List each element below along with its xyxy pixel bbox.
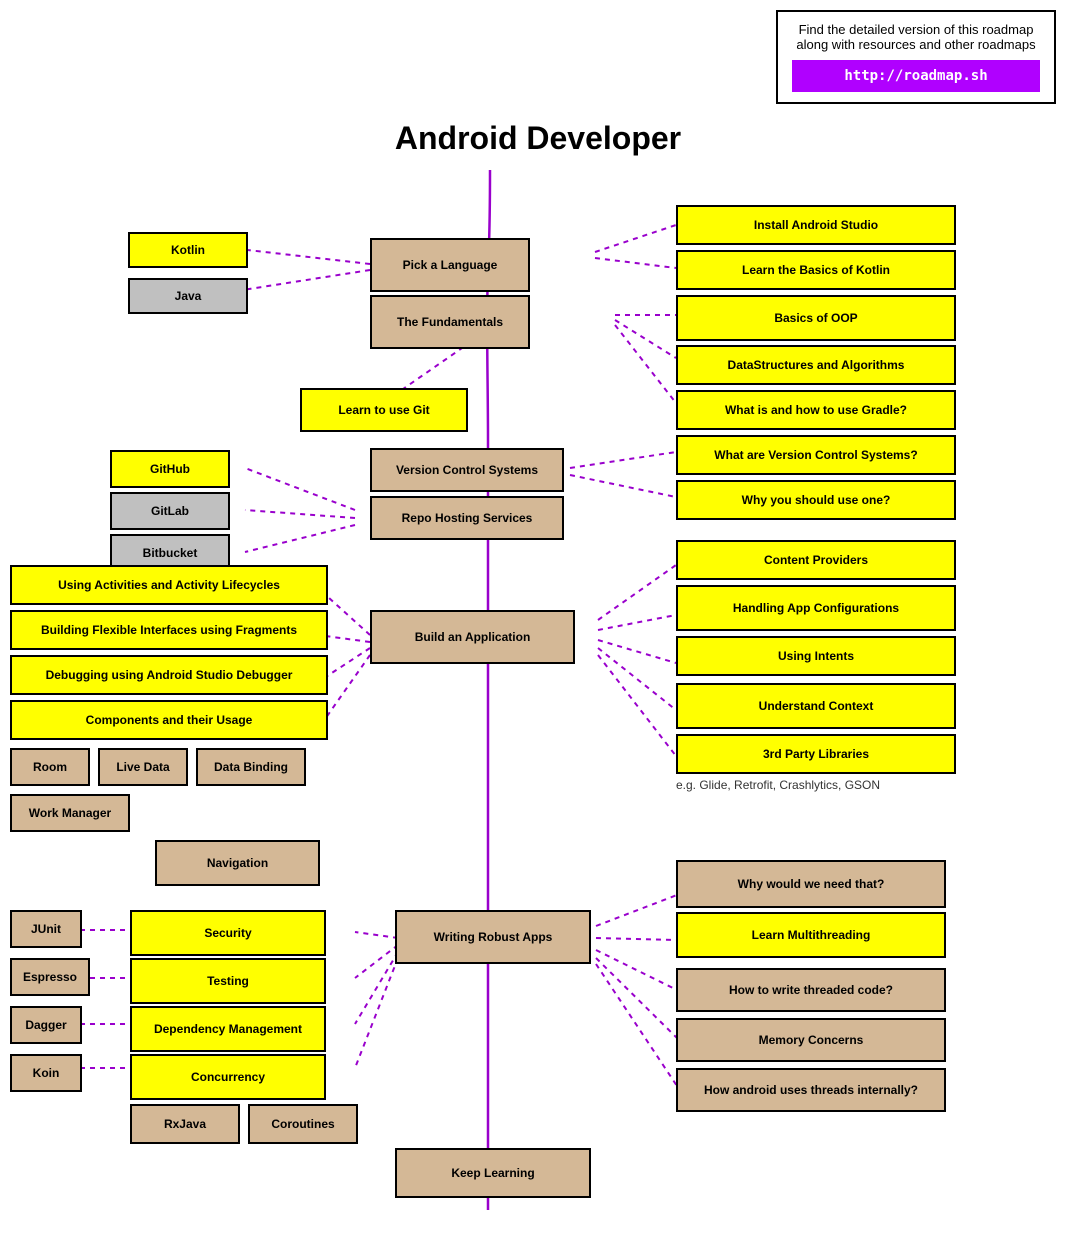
node-how-thread[interactable]: How to write threaded code? — [676, 968, 946, 1012]
node-data-structures[interactable]: DataStructures and Algorithms — [676, 345, 956, 385]
node-debugging[interactable]: Debugging using Android Studio Debugger — [10, 655, 328, 695]
url-button[interactable]: http://roadmap.sh — [792, 60, 1040, 92]
node-handling-app[interactable]: Handling App Configurations — [676, 585, 956, 631]
node-learn-multi[interactable]: Learn Multithreading — [676, 912, 946, 958]
node-why-need[interactable]: Why would we need that? — [676, 860, 946, 908]
node-gradle[interactable]: What is and how to use Gradle? — [676, 390, 956, 430]
node-what-vcs[interactable]: What are Version Control Systems? — [676, 435, 956, 475]
node-third-party[interactable]: 3rd Party Libraries — [676, 734, 956, 774]
node-testing[interactable]: Testing — [130, 958, 326, 1004]
node-learn-kotlin[interactable]: Learn the Basics of Kotlin — [676, 250, 956, 290]
node-learn-git[interactable]: Learn to use Git — [300, 388, 468, 432]
node-activities[interactable]: Using Activities and Activity Lifecycles — [10, 565, 328, 605]
node-vcs[interactable]: Version Control Systems — [370, 448, 564, 492]
third-party-note: e.g. Glide, Retrofit, Crashlytics, GSON — [676, 778, 880, 792]
node-live-data[interactable]: Live Data — [98, 748, 188, 786]
node-dep-management[interactable]: Dependency Management — [130, 1006, 326, 1052]
node-koin[interactable]: Koin — [10, 1054, 82, 1092]
node-why-vcs[interactable]: Why you should use one? — [676, 480, 956, 520]
node-keep-learning[interactable]: Keep Learning — [395, 1148, 591, 1198]
info-text: Find the detailed version of this roadma… — [792, 22, 1040, 52]
node-data-binding[interactable]: Data Binding — [196, 748, 306, 786]
node-content-providers[interactable]: Content Providers — [676, 540, 956, 580]
node-junit[interactable]: JUnit — [10, 910, 82, 948]
page-title: Android Developer — [0, 120, 1076, 157]
node-install-android[interactable]: Install Android Studio — [676, 205, 956, 245]
node-components[interactable]: Components and their Usage — [10, 700, 328, 740]
node-dagger[interactable]: Dagger — [10, 1006, 82, 1044]
node-kotlin[interactable]: Kotlin — [128, 232, 248, 268]
node-github[interactable]: GitHub — [110, 450, 230, 488]
node-pick-language[interactable]: Pick a Language — [370, 238, 530, 292]
node-room[interactable]: Room — [10, 748, 90, 786]
node-security[interactable]: Security — [130, 910, 326, 956]
node-coroutines[interactable]: Coroutines — [248, 1104, 358, 1144]
node-build-app[interactable]: Build an Application — [370, 610, 575, 664]
node-memory-concerns[interactable]: Memory Concerns — [676, 1018, 946, 1062]
node-using-intents[interactable]: Using Intents — [676, 636, 956, 676]
info-box: Find the detailed version of this roadma… — [776, 10, 1056, 104]
node-how-android[interactable]: How android uses threads internally? — [676, 1068, 946, 1112]
node-fundamentals[interactable]: The Fundamentals — [370, 295, 530, 349]
node-gitlab[interactable]: GitLab — [110, 492, 230, 530]
node-work-manager[interactable]: Work Manager — [10, 794, 130, 832]
node-rxjava[interactable]: RxJava — [130, 1104, 240, 1144]
node-espresso[interactable]: Espresso — [10, 958, 90, 996]
node-understand-context[interactable]: Understand Context — [676, 683, 956, 729]
node-writing-robust[interactable]: Writing Robust Apps — [395, 910, 591, 964]
node-concurrency[interactable]: Concurrency — [130, 1054, 326, 1100]
node-repo-hosting[interactable]: Repo Hosting Services — [370, 496, 564, 540]
node-fragments[interactable]: Building Flexible Interfaces using Fragm… — [10, 610, 328, 650]
node-basics-oop[interactable]: Basics of OOP — [676, 295, 956, 341]
node-navigation[interactable]: Navigation — [155, 840, 320, 886]
node-java[interactable]: Java — [128, 278, 248, 314]
